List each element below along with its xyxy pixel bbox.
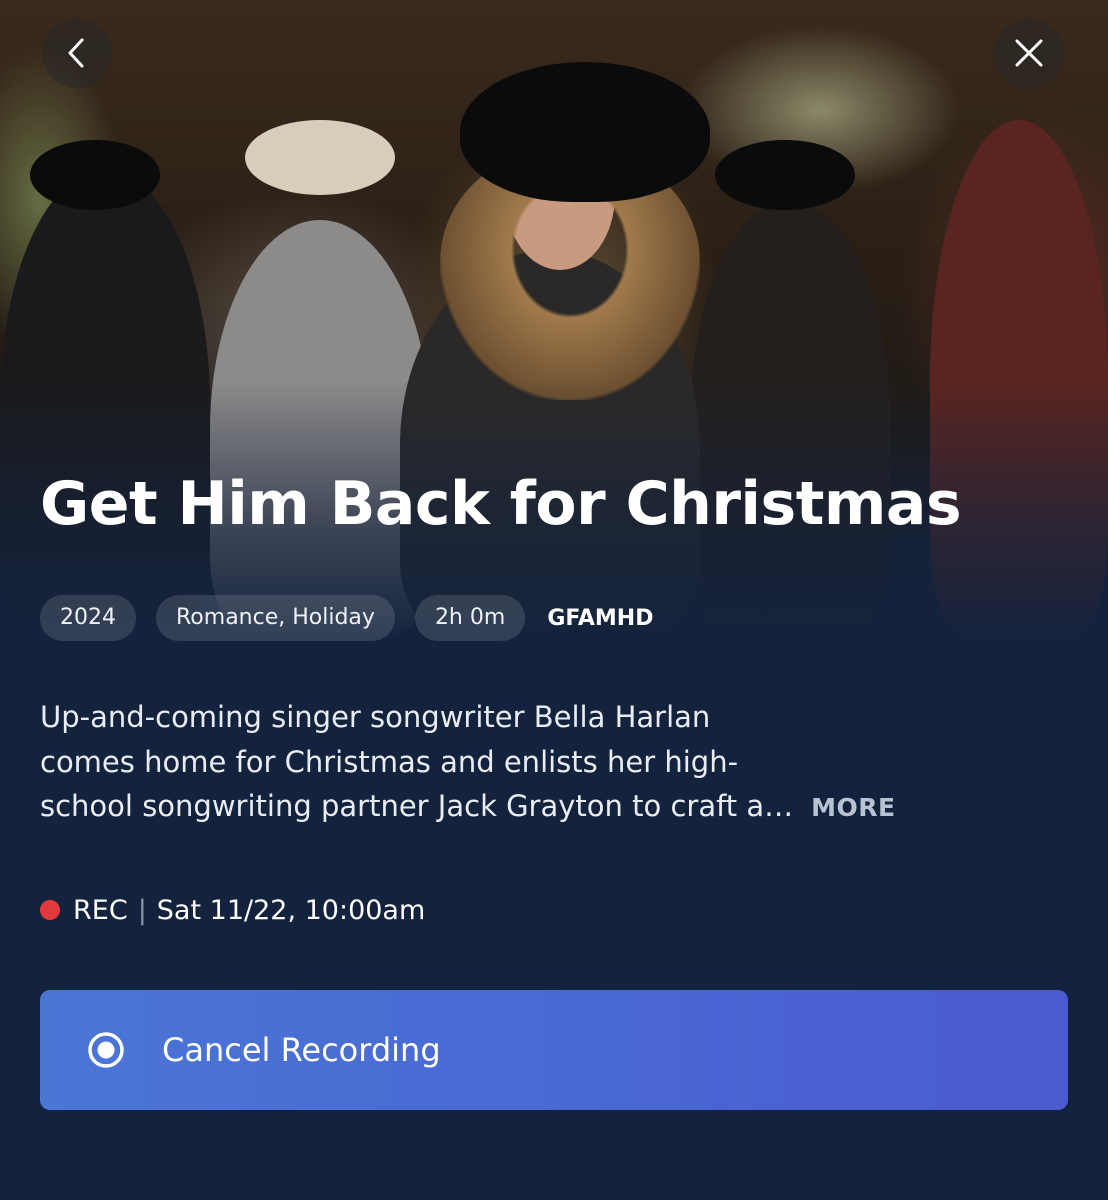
cowboy-hat-white (245, 120, 395, 195)
duration-chip: 2h 0m (414, 595, 526, 641)
more-button[interactable]: MORE (811, 793, 895, 822)
recording-dot-icon (40, 900, 60, 920)
channel-label: GFAMHD (547, 605, 654, 631)
genre-chip: Romance, Holiday (156, 595, 395, 641)
close-button[interactable] (994, 18, 1064, 88)
recording-separator: | (137, 894, 147, 926)
description-line-text: school songwriting partner Jack Grayton … (40, 789, 794, 823)
cancel-recording-button[interactable]: Cancel Recording (40, 990, 1068, 1110)
cowboy-hat-main (460, 62, 710, 202)
recording-label: REC (73, 894, 128, 926)
cowboy-hat-right (715, 140, 855, 210)
description-line: comes home for Christmas and enlists her… (40, 744, 739, 779)
cowboy-hat-left (30, 140, 160, 210)
recording-status: REC | Sat 11/22, 10:00am (40, 888, 425, 932)
program-description: Up-and-coming singer songwriter Bella Ha… (40, 695, 1040, 831)
description-line: Up-and-coming singer songwriter Bella Ha… (40, 700, 711, 734)
chevron-left-icon (68, 38, 84, 68)
back-button[interactable] (42, 18, 112, 88)
cancel-recording-label: Cancel Recording (162, 1031, 441, 1069)
program-meta: 2024 Romance, Holiday 2h 0m GFAMHD (40, 595, 653, 641)
recording-schedule: Sat 11/22, 10:00am (156, 894, 426, 926)
record-radio-icon (88, 1032, 124, 1068)
description-line-last: school songwriting partner Jack Grayton … (40, 784, 1040, 831)
year-chip: 2024 (40, 595, 136, 641)
close-icon (1015, 39, 1043, 67)
program-title: Get Him Back for Christmas (40, 469, 962, 539)
